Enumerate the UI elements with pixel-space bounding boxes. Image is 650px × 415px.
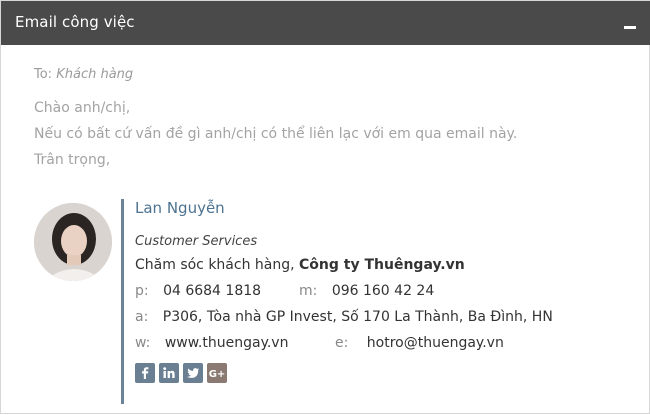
website-label: w: [135, 335, 151, 351]
facebook-icon [142, 367, 149, 379]
message-line: Nếu có bất cứ vấn đề gì anh/chị có thể l… [34, 126, 518, 142]
google-plus-icon: G+ [209, 369, 226, 380]
department-text: Chăm sóc khách hàng, [135, 257, 295, 273]
to-label: To: [34, 67, 53, 82]
twitter-icon [187, 368, 199, 378]
recipient-line: To: Khách hàng [34, 67, 133, 82]
email-window: Email công việc To: Khách hàng Chào anh/… [0, 0, 650, 414]
email-body: To: Khách hàng Chào anh/chị, Nếu có bất … [1, 45, 650, 415]
address-row: a: P306, Tòa nhà GP Invest, Số 170 La Th… [135, 309, 553, 325]
titlebar: Email công việc [1, 1, 650, 45]
email-link[interactable]: hotro@thuengay.vn [367, 335, 504, 351]
profile-photo [34, 203, 112, 281]
minimize-button[interactable] [623, 19, 637, 31]
mobile-row: m: 096 160 42 24 [299, 283, 434, 299]
svg-text:G+: G+ [209, 369, 226, 380]
phone-value: 04 6684 1818 [163, 283, 262, 299]
website-row: w: www.thuengay.vn [135, 335, 288, 351]
mobile-value: 096 160 42 24 [331, 283, 435, 299]
facebook-button[interactable] [135, 363, 155, 383]
window-title: Email công việc [15, 13, 135, 31]
company-name: Công ty Thuêngay.vn [299, 257, 465, 273]
linkedin-button[interactable] [159, 363, 179, 383]
address-label: a: [135, 309, 149, 325]
google-plus-button[interactable]: G+ [207, 363, 227, 383]
signature-company: Chăm sóc khách hàng, Công ty Thuêngay.vn [135, 257, 465, 273]
phone-label: p: [135, 283, 149, 299]
mobile-label: m: [299, 283, 318, 299]
phone-row: p: 04 6684 1818 [135, 283, 261, 299]
linkedin-icon [163, 367, 175, 378]
address-value: P306, Tòa nhà GP Invest, Số 170 La Thành… [162, 309, 553, 325]
social-links: G+ [135, 363, 227, 383]
twitter-button[interactable] [183, 363, 203, 383]
website-link[interactable]: www.thuengay.vn [165, 335, 289, 351]
avatar [34, 203, 112, 281]
signature-divider [121, 199, 124, 404]
minimize-icon [624, 26, 636, 29]
email-row: e: hotro@thuengay.vn [335, 335, 504, 351]
greeting-line: Chào anh/chị, [34, 100, 131, 116]
email-label: e: [335, 335, 349, 351]
closing-line: Trân trọng, [34, 152, 111, 168]
signature-name: Lan Nguyễn [135, 199, 225, 217]
signature-role: Customer Services [135, 234, 258, 249]
recipient-name: Khách hàng [56, 67, 134, 82]
